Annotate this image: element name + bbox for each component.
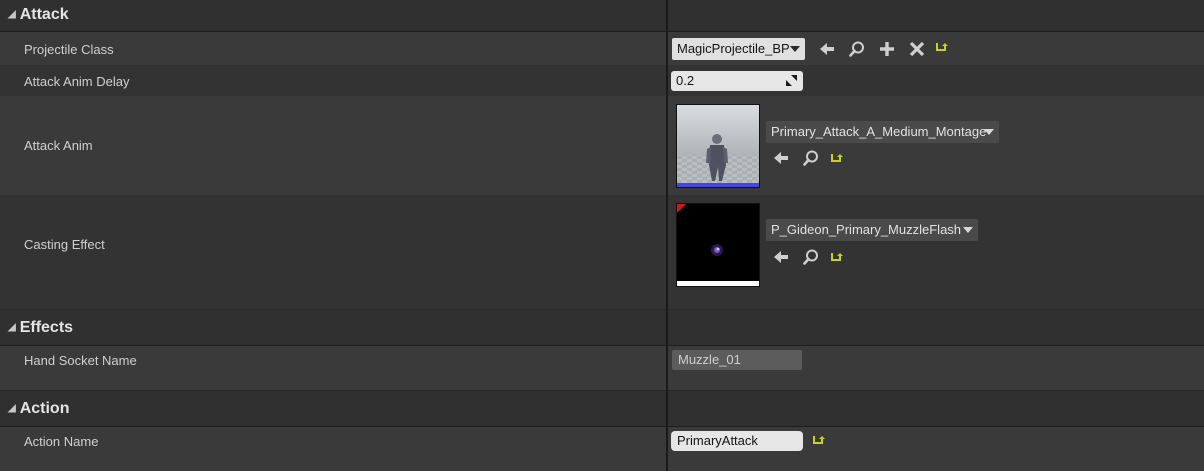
projectile-class-value: MagicProjectile_BP — [677, 41, 790, 56]
section-title-effects: ◢ Effects — [8, 319, 73, 337]
chevron-down-icon — [790, 46, 800, 52]
projectile-class-label: Projectile Class — [24, 42, 114, 57]
section-header-effects[interactable]: ◢ Effects — [0, 310, 1204, 346]
reset-arrow-icon[interactable] — [934, 40, 948, 54]
add-plus-icon[interactable] — [878, 40, 896, 58]
reset-arrow-icon[interactable] — [829, 151, 843, 165]
chevron-down-icon — [963, 227, 973, 233]
browse-magnifier-icon[interactable] — [802, 248, 820, 266]
row-projectile-class: Projectile Class MagicProjectile_BP — [0, 32, 1204, 65]
use-selected-arrow-icon[interactable] — [772, 149, 790, 167]
attack-anim-thumbnail[interactable] — [676, 104, 760, 188]
casting-effect-label: Casting Effect — [24, 237, 105, 252]
particle-preview-image — [677, 204, 759, 286]
attack-anim-delay-input[interactable]: 0.2 — [671, 71, 803, 91]
attack-anim-delay-label: Attack Anim Delay — [24, 74, 130, 89]
chevron-down-icon — [984, 129, 994, 135]
section-header-attack[interactable]: ◢ Attack — [0, 0, 1204, 32]
collapse-triangle-icon[interactable]: ◢ — [8, 403, 16, 414]
section-title-action: ◢ Action — [8, 400, 69, 418]
action-name-value: PrimaryAttack — [677, 433, 758, 448]
montage-preview-image — [677, 105, 759, 187]
browse-magnifier-icon[interactable] — [802, 149, 820, 167]
row-attack-anim: Attack Anim Primary_Attack_A_Medium_Mont… — [0, 96, 1204, 195]
row-attack-anim-delay: Attack Anim Delay 0.2 — [0, 65, 1204, 96]
use-selected-arrow-icon[interactable] — [818, 40, 836, 58]
collapse-triangle-icon[interactable]: ◢ — [8, 9, 16, 20]
attack-anim-combo[interactable]: Primary_Attack_A_Medium_Montage — [766, 121, 999, 143]
clear-x-icon[interactable] — [908, 40, 926, 58]
row-action-name: Action Name PrimaryAttack — [0, 427, 1204, 471]
section-title-text: Effects — [19, 319, 74, 336]
casting-effect-thumbnail[interactable] — [676, 203, 760, 287]
collapse-triangle-icon[interactable]: ◢ — [8, 322, 16, 333]
reset-arrow-icon[interactable] — [811, 433, 825, 447]
casting-effect-combo[interactable]: P_Gideon_Primary_MuzzleFlash — [766, 219, 978, 241]
row-hand-socket-name: Hand Socket Name Muzzle_01 — [0, 346, 1204, 390]
column-splitter[interactable] — [666, 0, 668, 471]
attack-anim-delay-value: 0.2 — [676, 73, 695, 88]
spin-handle-icon[interactable] — [786, 75, 797, 86]
projectile-class-combo[interactable]: MagicProjectile_BP — [672, 38, 805, 60]
attack-anim-label: Attack Anim — [24, 138, 93, 153]
section-title-text: Attack — [19, 6, 69, 23]
browse-magnifier-icon[interactable] — [848, 40, 866, 58]
section-header-action[interactable]: ◢ Action — [0, 391, 1204, 427]
hand-socket-name-value: Muzzle_01 — [678, 352, 741, 367]
hand-socket-name-label: Hand Socket Name — [24, 353, 137, 368]
reset-arrow-icon[interactable] — [829, 250, 843, 264]
use-selected-arrow-icon[interactable] — [772, 248, 790, 266]
row-casting-effect: Casting Effect P_Gideon_Primary_MuzzleFl… — [0, 195, 1204, 309]
action-name-input[interactable]: PrimaryAttack — [671, 431, 803, 451]
action-name-label: Action Name — [24, 434, 99, 449]
hand-socket-name-input[interactable]: Muzzle_01 — [672, 350, 802, 370]
attack-anim-value: Primary_Attack_A_Medium_Montage — [771, 124, 987, 139]
casting-effect-value: P_Gideon_Primary_MuzzleFlash — [771, 222, 962, 237]
section-title-attack: ◢ Attack — [8, 6, 69, 24]
section-title-text: Action — [19, 400, 70, 417]
